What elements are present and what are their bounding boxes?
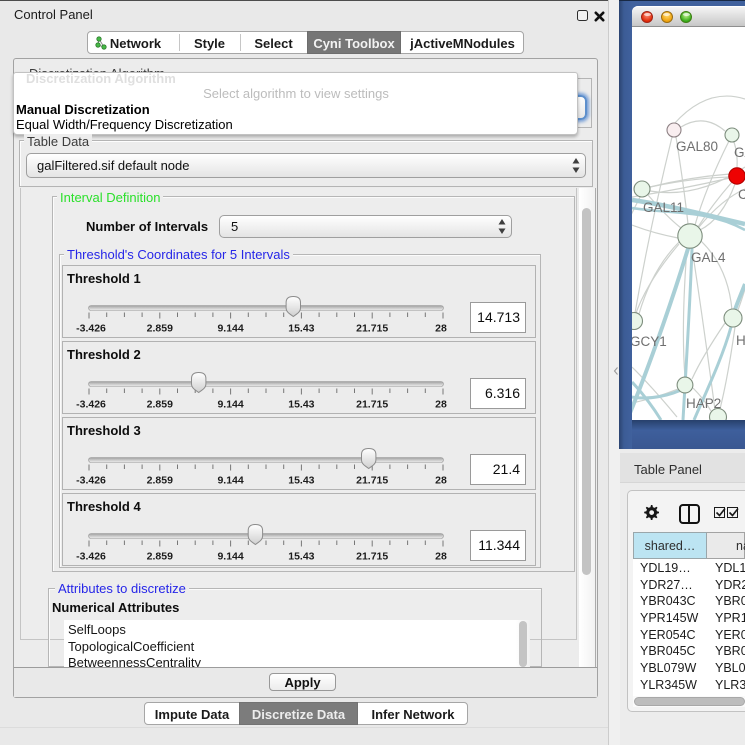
svg-text:21.715: 21.715 <box>356 551 388 563</box>
svg-text:21.715: 21.715 <box>356 323 388 335</box>
svg-text:15.43: 15.43 <box>288 551 314 563</box>
svg-text:HAP2: HAP2 <box>686 396 721 411</box>
svg-text:2.859: 2.859 <box>147 551 173 563</box>
svg-text:9.144: 9.144 <box>217 475 243 487</box>
svg-text:-3.426: -3.426 <box>76 399 106 411</box>
svg-text:2.859: 2.859 <box>147 475 173 487</box>
svg-text:15.43: 15.43 <box>288 399 314 411</box>
svg-text:9.144: 9.144 <box>217 323 243 335</box>
svg-text:28: 28 <box>435 399 447 411</box>
svg-text:28: 28 <box>435 551 447 563</box>
svg-text:9.144: 9.144 <box>217 399 243 411</box>
svg-text:28: 28 <box>435 475 447 487</box>
svg-text:15.43: 15.43 <box>288 475 314 487</box>
svg-text:-3.426: -3.426 <box>76 323 106 335</box>
svg-text:GAL11: GAL11 <box>643 200 684 215</box>
svg-text:2.859: 2.859 <box>147 399 173 411</box>
svg-text:2.859: 2.859 <box>147 323 173 335</box>
svg-text:CY: CY <box>738 187 745 202</box>
svg-text:21.715: 21.715 <box>356 475 388 487</box>
svg-text:GCY1: GCY1 <box>632 334 667 349</box>
svg-text:HI: HI <box>736 333 745 348</box>
svg-text:GAL4: GAL4 <box>691 250 726 265</box>
svg-text:15.43: 15.43 <box>288 323 314 335</box>
svg-text:21.715: 21.715 <box>356 399 388 411</box>
svg-text:-3.426: -3.426 <box>76 475 106 487</box>
svg-text:GAL80: GAL80 <box>676 139 718 154</box>
svg-text:-3.426: -3.426 <box>76 551 106 563</box>
svg-text:28: 28 <box>435 323 447 335</box>
svg-text:GA: GA <box>734 145 745 160</box>
svg-text:9.144: 9.144 <box>217 551 243 563</box>
